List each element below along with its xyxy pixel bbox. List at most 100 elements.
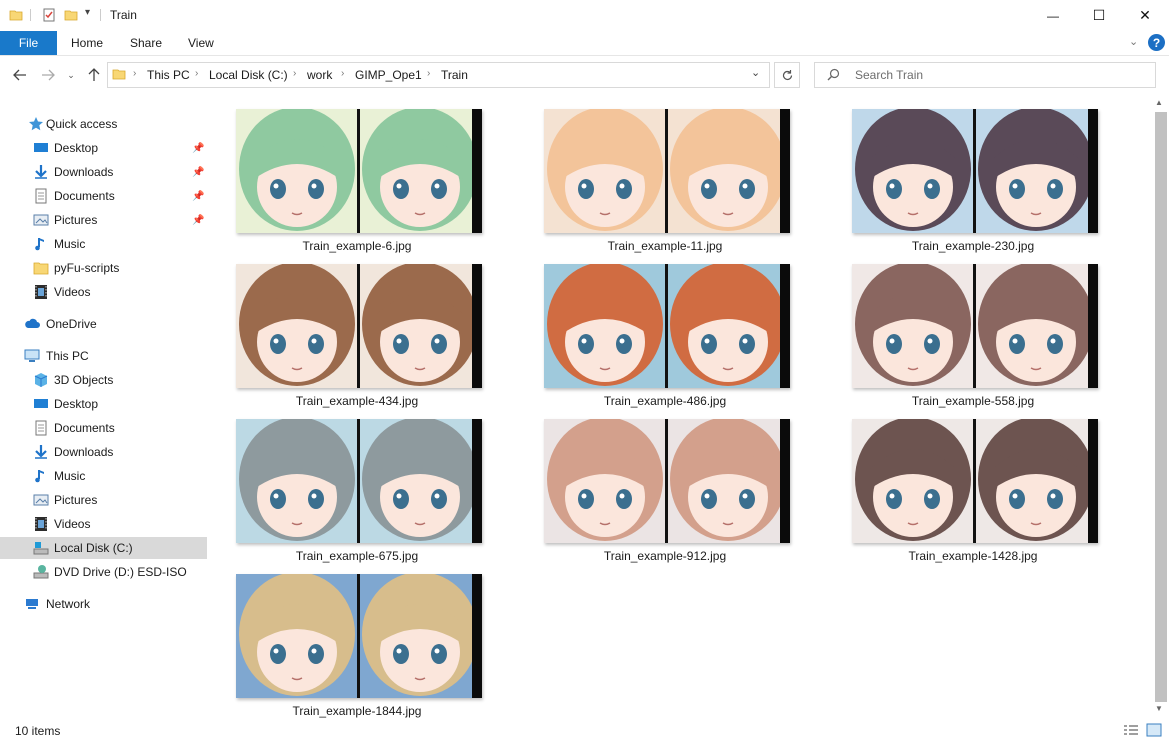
scroll-down-icon[interactable]: ▼: [1155, 704, 1163, 713]
chevron-down-icon: ⌄: [67, 69, 75, 80]
nav-pc-documents[interactable]: Documents: [0, 417, 207, 439]
pin-icon: 📌: [192, 142, 205, 154]
file-thumbnail[interactable]: [852, 262, 1098, 388]
item-count: 10 items: [15, 724, 61, 738]
refresh-button[interactable]: [774, 62, 800, 88]
file-name-label[interactable]: Train_example-230.jpg: [850, 239, 1096, 253]
file-name-label[interactable]: Train_example-558.jpg: [850, 394, 1096, 408]
nav-pc-desktop[interactable]: Desktop: [0, 393, 207, 415]
breadcrumb-separator-icon[interactable]: ›: [341, 68, 344, 79]
file-thumbnail[interactable]: [236, 262, 482, 388]
documents-icon: [35, 420, 47, 436]
nav-pc-pictures[interactable]: Pictures: [0, 489, 207, 511]
expand-ribbon-icon[interactable]: ⌄: [1129, 35, 1138, 48]
maximize-button[interactable]: ☐: [1076, 0, 1122, 31]
star-icon: [29, 117, 43, 131]
scroll-up-icon[interactable]: ▲: [1155, 98, 1163, 107]
pin-icon: 📌: [192, 214, 205, 226]
breadcrumb-work[interactable]: work: [307, 68, 332, 82]
scrollbar-thumb[interactable]: [1155, 112, 1167, 702]
window-title: Train: [110, 8, 137, 22]
nav-onedrive[interactable]: OneDrive: [0, 313, 207, 335]
file-thumbnail[interactable]: [236, 107, 482, 233]
network-icon: [26, 599, 38, 609]
file-thumbnail[interactable]: [544, 262, 790, 388]
up-button[interactable]: [84, 66, 104, 84]
folder-icon: [33, 262, 49, 275]
customize-qat-icon[interactable]: ▾: [85, 7, 90, 18]
nav-network[interactable]: Network: [0, 593, 207, 615]
details-view-icon[interactable]: [1123, 724, 1139, 738]
properties-icon[interactable]: [42, 8, 56, 22]
file-name-label[interactable]: Train_example-912.jpg: [542, 549, 788, 563]
breadcrumb-separator-icon[interactable]: ›: [293, 68, 296, 79]
search-icon: [827, 68, 840, 81]
file-name-label[interactable]: Train_example-11.jpg: [542, 239, 788, 253]
address-dropdown-icon[interactable]: ⌄: [751, 66, 760, 79]
minimize-icon: —: [1047, 8, 1059, 23]
file-name-label[interactable]: Train_example-486.jpg: [542, 394, 788, 408]
nav-quick-videos[interactable]: Videos: [0, 281, 207, 303]
large-icons-view-icon[interactable]: [1146, 723, 1162, 737]
recent-locations-button[interactable]: ⌄: [64, 66, 78, 84]
forward-arrow-icon: [42, 69, 55, 81]
nav-pc-music[interactable]: Music: [0, 465, 207, 487]
nav-pc-downloads[interactable]: Downloads: [0, 441, 207, 463]
tab-home[interactable]: Home: [71, 36, 103, 50]
nav-pc-dvd-drive-d-esd-iso[interactable]: DVD Drive (D:) ESD-ISO: [0, 561, 207, 583]
file-thumbnail[interactable]: [852, 417, 1098, 543]
file-thumbnail[interactable]: [852, 107, 1098, 233]
file-thumbnail[interactable]: [544, 417, 790, 543]
nav-quick-downloads[interactable]: Downloads 📌: [0, 161, 207, 183]
tab-view[interactable]: View: [188, 36, 214, 50]
nav-this-pc[interactable]: This PC: [0, 345, 207, 367]
nav-quick-desktop[interactable]: Desktop 📌: [0, 137, 207, 159]
nav-pc-local-disk-c-[interactable]: Local Disk (C:): [0, 537, 207, 559]
nav-quick-pictures[interactable]: Pictures 📌: [0, 209, 207, 231]
file-name-label[interactable]: Train_example-1428.jpg: [850, 549, 1096, 563]
breadcrumb-local-disk[interactable]: Local Disk (C:): [209, 68, 288, 82]
downloads-icon: [35, 165, 47, 179]
new-folder-icon[interactable]: [64, 8, 78, 22]
nav-pc-3d-objects[interactable]: 3D Objects: [0, 369, 207, 391]
minimize-button[interactable]: —: [1030, 0, 1076, 31]
back-button[interactable]: [10, 66, 30, 84]
desktop-icon: [34, 143, 48, 152]
file-thumbnail[interactable]: [544, 107, 790, 233]
up-arrow-icon: [88, 68, 100, 81]
file-name-label[interactable]: Train_example-6.jpg: [234, 239, 480, 253]
pictures-icon: [33, 494, 49, 506]
forward-button[interactable]: [38, 66, 58, 84]
documents-icon: [35, 188, 47, 204]
file-thumbnail[interactable]: [236, 572, 482, 698]
breadcrumb-this-pc[interactable]: This PC: [147, 68, 190, 82]
ribbon-tabs: [0, 31, 1169, 56]
breadcrumb-gimp-ope1[interactable]: GIMP_Ope1: [355, 68, 422, 82]
pin-icon: 📌: [192, 190, 205, 202]
address-bar[interactable]: [107, 62, 770, 88]
file-name-label[interactable]: Train_example-675.jpg: [234, 549, 480, 563]
3d-objects-icon: [34, 373, 48, 387]
status-bar: 10 items: [0, 720, 1169, 743]
file-name-label[interactable]: Train_example-434.jpg: [234, 394, 480, 408]
pictures-icon: [33, 214, 49, 226]
folder-icon: [112, 69, 126, 80]
tab-file[interactable]: File: [0, 31, 57, 55]
breadcrumb-separator-icon[interactable]: ›: [427, 68, 430, 79]
nav-quick-documents[interactable]: Documents 📌: [0, 185, 207, 207]
nav-quick-pyfu-scripts[interactable]: pyFu-scripts: [0, 257, 207, 279]
pin-icon: 📌: [192, 166, 205, 178]
dvd-drive-icon: [33, 565, 49, 579]
close-button[interactable]: ✕: [1122, 0, 1168, 31]
file-name-label[interactable]: Train_example-1844.jpg: [234, 704, 480, 718]
nav-quick-music[interactable]: Music: [0, 233, 207, 255]
breadcrumb-train[interactable]: Train: [441, 68, 468, 82]
nav-pc-videos[interactable]: Videos: [0, 513, 207, 535]
tab-share[interactable]: Share: [130, 36, 162, 50]
breadcrumb-separator-icon[interactable]: ›: [195, 68, 198, 79]
help-icon[interactable]: ?: [1148, 34, 1165, 51]
file-thumbnail[interactable]: [236, 417, 482, 543]
breadcrumb-separator-icon[interactable]: ›: [133, 68, 136, 79]
music-icon: [35, 470, 44, 483]
nav-quick-access[interactable]: Quick access: [0, 113, 207, 135]
